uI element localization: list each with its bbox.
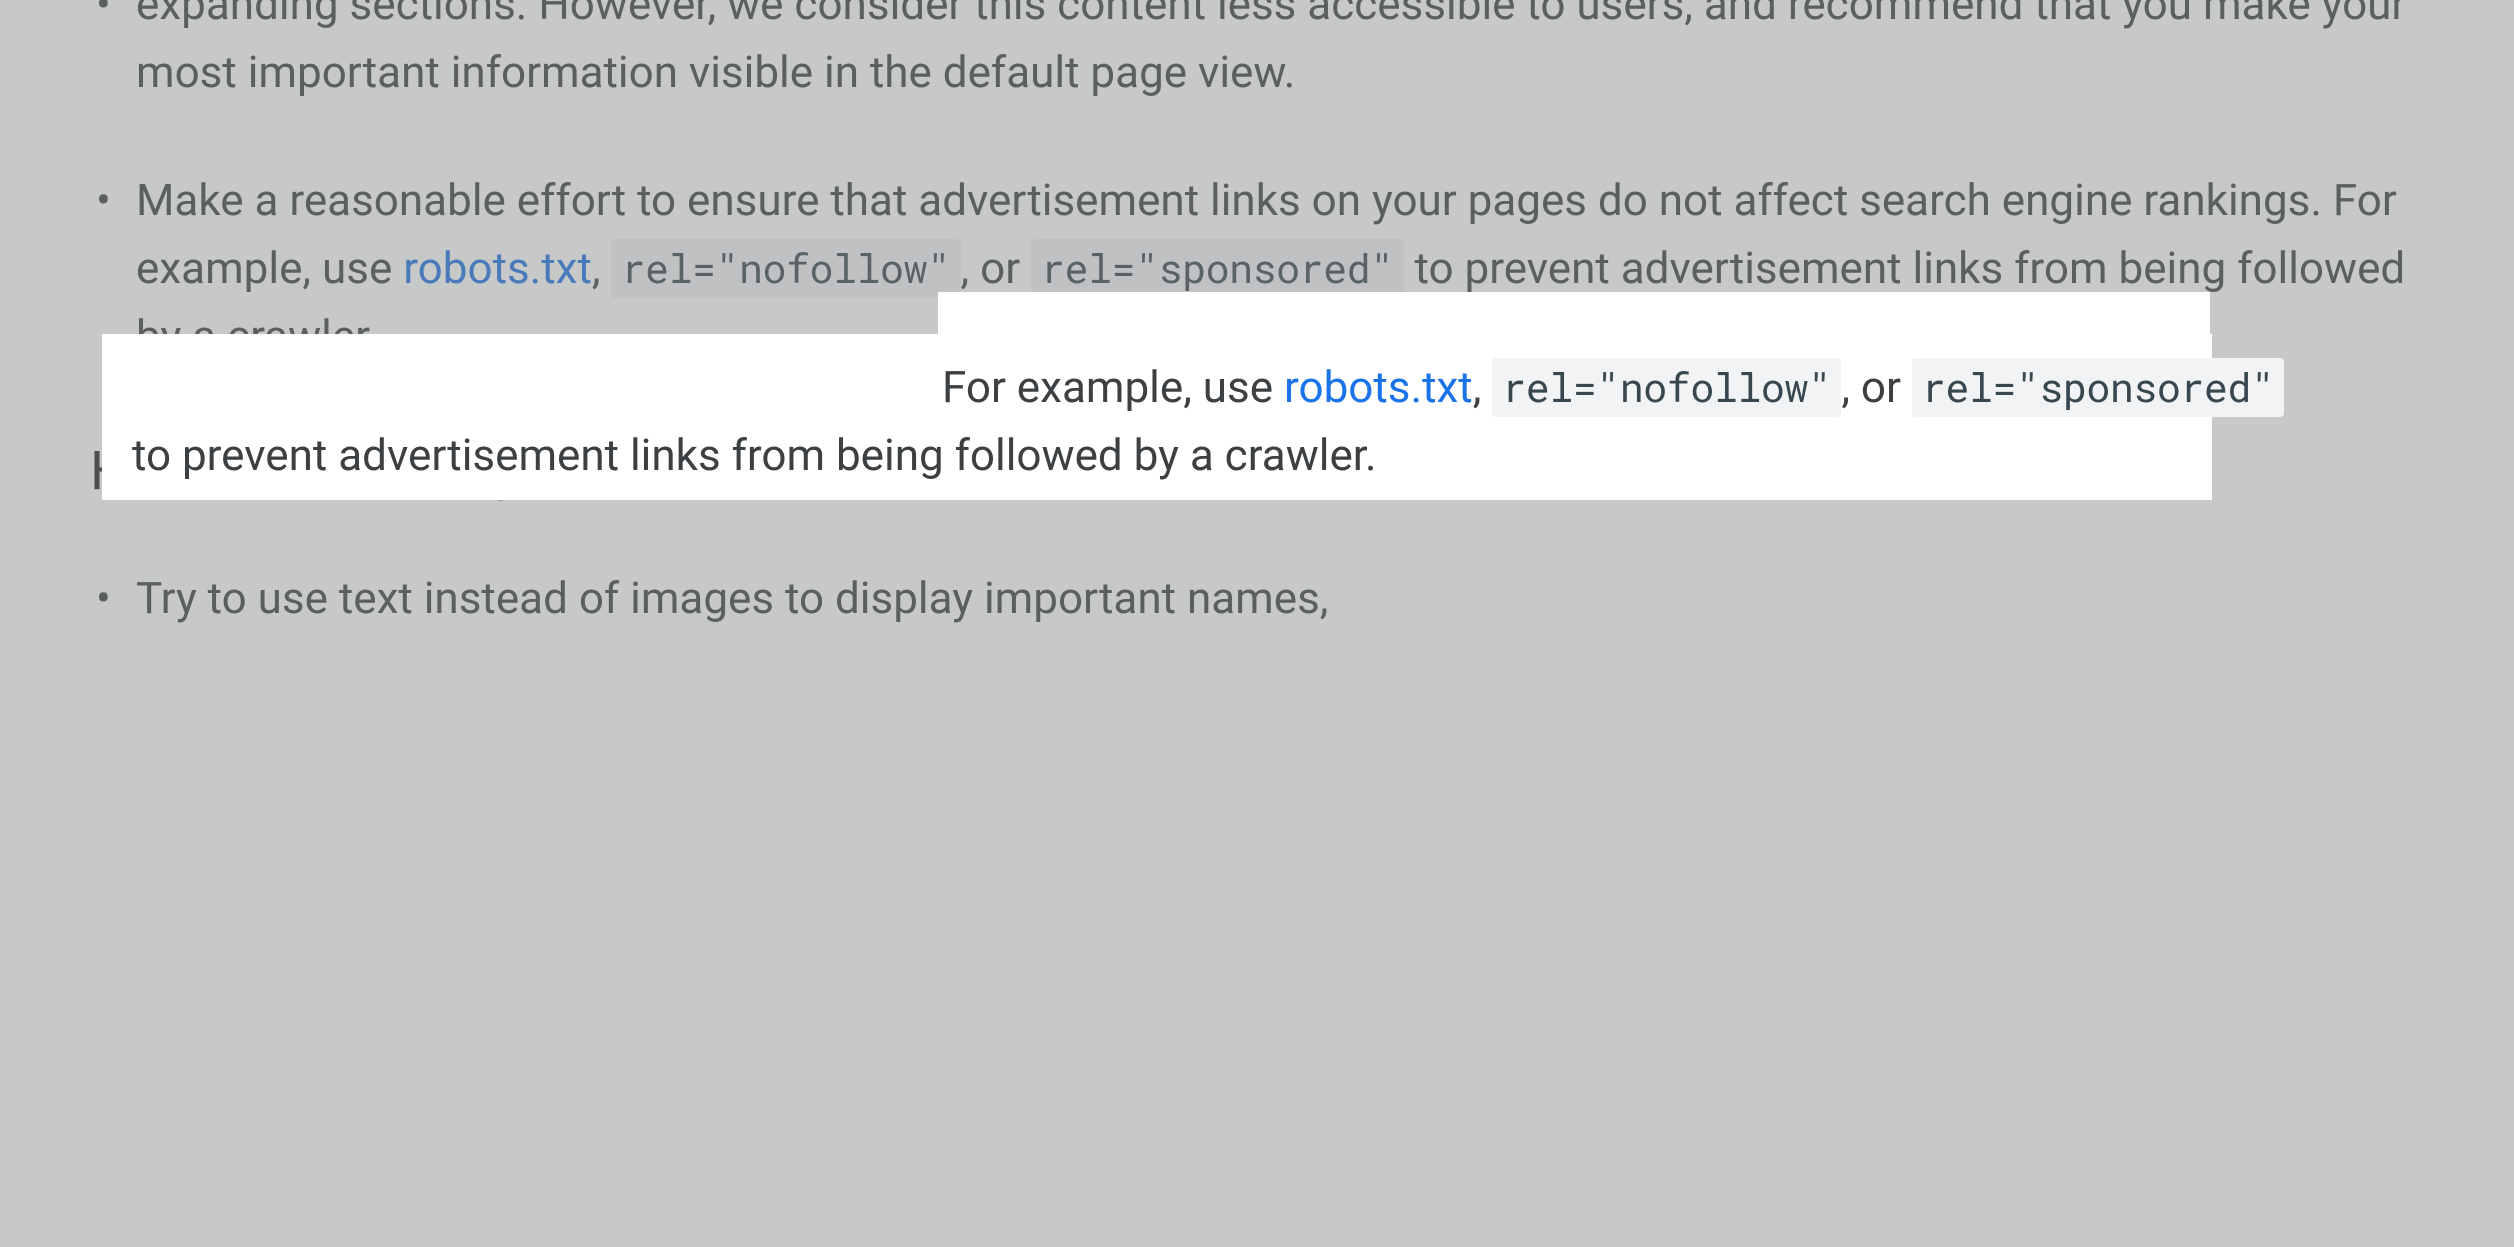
highlight-text: For example, use robots.txt, rel="nofoll… bbox=[132, 353, 2292, 489]
list-item: expanding sections. However, we consider… bbox=[90, 0, 2424, 106]
hl-tail: to prevent advertisement links from bein… bbox=[132, 429, 1377, 481]
code-nofollow: rel="nofollow" bbox=[611, 239, 960, 298]
list-item: Try to use text instead of images to dis… bbox=[90, 564, 2424, 632]
code-nofollow: rel="nofollow" bbox=[1492, 358, 1841, 417]
code-sponsored: rel="sponsored" bbox=[1912, 358, 2285, 417]
text-between-codes: , or bbox=[961, 242, 1032, 294]
text-between-codes: , or bbox=[1841, 361, 1912, 413]
robots-txt-link[interactable]: robots.txt bbox=[1284, 361, 1473, 413]
list-item: Make a reasonable effort to ensure that … bbox=[90, 166, 2424, 370]
list-item-text-pre: Make a reasonable effort to ensure that … bbox=[136, 174, 2333, 226]
hl-lead: For example, use bbox=[942, 361, 1284, 413]
code-sponsored: rel="sponsored" bbox=[1031, 239, 1404, 298]
help-visitors-list: Try to use text instead of images to dis… bbox=[90, 564, 2424, 632]
article-content: expanding sections. However, we consider… bbox=[90, 0, 2424, 692]
robots-txt-link[interactable]: robots.txt bbox=[403, 242, 592, 294]
text-after-link: , bbox=[592, 242, 612, 294]
page: expanding sections. However, we consider… bbox=[0, 0, 2514, 1247]
text-after-link: , bbox=[1473, 361, 1493, 413]
list-item-text: Try to use text instead of images to dis… bbox=[136, 572, 1328, 624]
quality-guidelines-list: expanding sections. However, we consider… bbox=[90, 0, 2424, 370]
list-item-text: expanding sections. However, we consider… bbox=[136, 0, 2406, 98]
